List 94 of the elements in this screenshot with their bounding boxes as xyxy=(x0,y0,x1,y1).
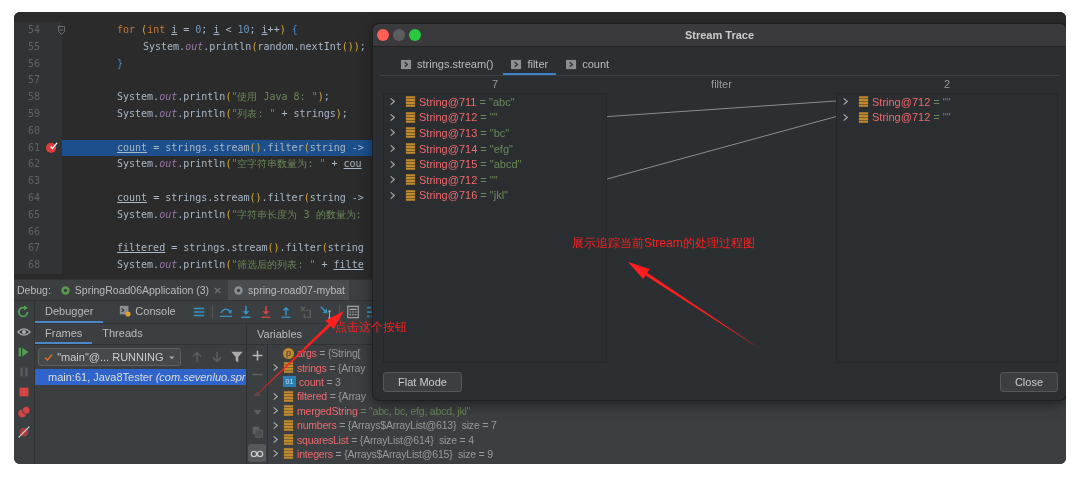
annotation-text: 展示追踪当前Stream的处理过程图 xyxy=(572,235,755,252)
frames-tab[interactable]: Threads xyxy=(92,324,153,344)
variable-text: strings = {Array xyxy=(297,361,366,374)
gear-icon xyxy=(232,283,246,297)
plus-icon[interactable] xyxy=(250,349,264,362)
close-window-icon[interactable] xyxy=(377,29,389,41)
close-icon[interactable] xyxy=(213,285,223,295)
list-icon xyxy=(405,174,416,186)
mute-breakpoints-icon[interactable] xyxy=(17,425,31,439)
zoom-window-icon[interactable] xyxy=(409,29,421,41)
glasses-button[interactable] xyxy=(248,444,266,462)
list-icon xyxy=(858,96,869,108)
chevron-icon[interactable] xyxy=(271,420,280,430)
list-icon xyxy=(283,434,294,446)
chevron-icon[interactable] xyxy=(271,435,280,445)
code-line: System.out.println("列表: " + strings); xyxy=(117,108,348,119)
trace-tab[interactable]: strings.stream() xyxy=(393,55,502,75)
code-line: } xyxy=(117,57,124,69)
chevron-icon[interactable] xyxy=(271,363,280,373)
list-icon xyxy=(405,158,416,170)
column-header: filter xyxy=(711,78,732,90)
list-icon xyxy=(283,405,294,417)
breakpoints-icon[interactable] xyxy=(17,405,31,419)
thread-dropdown[interactable]: "main"@... RUNNING xyxy=(38,348,181,366)
variable-text: integers = {Arrays$ArrayList@615} size = 9 xyxy=(297,447,493,460)
debug-label: Debug: xyxy=(17,284,51,296)
element-text: String@713 = "bc" xyxy=(419,127,510,139)
frames-tab[interactable]: Frames xyxy=(35,324,93,344)
play-square-icon xyxy=(566,58,578,70)
list-icon xyxy=(858,111,869,123)
menu-icon[interactable] xyxy=(191,305,206,319)
play-square-icon xyxy=(511,58,523,70)
code-line: for (int i = 0; i < 10; i++) { xyxy=(117,24,298,35)
debugger-tab[interactable]: Debugger xyxy=(35,301,104,323)
calculator-icon[interactable] xyxy=(345,305,360,319)
session-tab[interactable]: spring-road07-mybat xyxy=(228,280,349,300)
parameter-icon: p xyxy=(283,347,294,359)
session-tab[interactable]: SpringRoad06Application (3) xyxy=(54,280,227,300)
list-icon xyxy=(405,111,416,123)
breakpoint-icon[interactable] xyxy=(44,141,58,155)
variable-text: mergedString = "abc, bc, efg, abcd, jkl" xyxy=(297,404,471,417)
element-text: String@715 = "abcd" xyxy=(419,158,522,171)
debugger-tab[interactable]: Console xyxy=(109,301,186,323)
element-text: String@712 = "" xyxy=(419,173,498,186)
code-line: filtered = strings.stream().filter(string xyxy=(117,242,364,254)
close-button[interactable]: Close xyxy=(999,372,1058,392)
list-icon xyxy=(405,96,416,108)
element-text: String@716 = "jkl" xyxy=(419,189,508,202)
code-line: System.out.println("筛选后的列表: " + filte xyxy=(117,259,364,271)
column-header: 2 xyxy=(943,78,951,90)
rerun-icon[interactable] xyxy=(17,305,31,319)
code-line: System.out.println(random.nextInt()); xyxy=(143,40,366,52)
code-line: System.out.println("使用 Java 8: "); xyxy=(117,91,330,103)
column-header: 7 xyxy=(491,78,499,90)
filter-icon[interactable] xyxy=(230,350,244,364)
element-text: String@714 = "efg" xyxy=(419,142,513,155)
fold-icon[interactable] xyxy=(58,25,65,35)
resume-icon[interactable] xyxy=(17,345,31,359)
list-icon xyxy=(283,448,294,460)
frame-item[interactable]: main:61, Java8Tester (com.sevenluo.spr xyxy=(35,369,246,385)
run-to-cursor-icon[interactable] xyxy=(318,305,333,319)
chevron-icon[interactable] xyxy=(271,406,280,416)
variable-text: numbers = {Arrays$ArrayList@613} size = 7 xyxy=(297,419,497,432)
annotation-text: 点击这个按钮 xyxy=(335,319,407,336)
window-title: Stream Trace xyxy=(684,29,755,41)
gear-icon xyxy=(58,283,72,297)
variable-text: count = 3 xyxy=(299,375,341,388)
variable-text: squaresList = {ArrayList@614} size = 4 xyxy=(297,433,474,446)
element-text: String@712 = "" xyxy=(872,95,951,108)
list-icon xyxy=(405,143,416,155)
trace-tab[interactable]: count xyxy=(558,55,618,75)
variables-title: Variables xyxy=(257,328,303,340)
code-line: System.out.println("空字符串数量为: " + cou xyxy=(117,158,362,170)
variable-text: filtered = {Array xyxy=(297,390,366,403)
code-line: System.out.println("字符串长度为 3 的数量为: xyxy=(117,208,362,220)
list-icon xyxy=(405,189,416,201)
flat-mode-button[interactable]: Flat Mode xyxy=(383,372,462,392)
element-text: String@712 = "" xyxy=(872,111,951,124)
play-square-icon xyxy=(401,58,412,70)
element-text: String@712 = "" xyxy=(419,111,498,124)
chevron-icon[interactable] xyxy=(271,449,280,459)
list-icon xyxy=(283,390,294,402)
element-text: String@711 = "abc" xyxy=(419,95,515,108)
trace-tab[interactable]: filter xyxy=(503,55,557,75)
list-icon xyxy=(405,127,416,139)
list-icon xyxy=(283,419,294,431)
code-line: count = strings.stream().filter(string -> xyxy=(117,141,364,153)
chevron-icon[interactable] xyxy=(271,391,280,401)
console-icon xyxy=(119,305,132,317)
list-icon xyxy=(283,362,294,374)
eye-icon[interactable] xyxy=(17,325,31,339)
stop-icon[interactable] xyxy=(17,385,31,399)
code-line: count = strings.stream().filter(string -> xyxy=(117,191,364,203)
check-icon xyxy=(44,351,54,363)
